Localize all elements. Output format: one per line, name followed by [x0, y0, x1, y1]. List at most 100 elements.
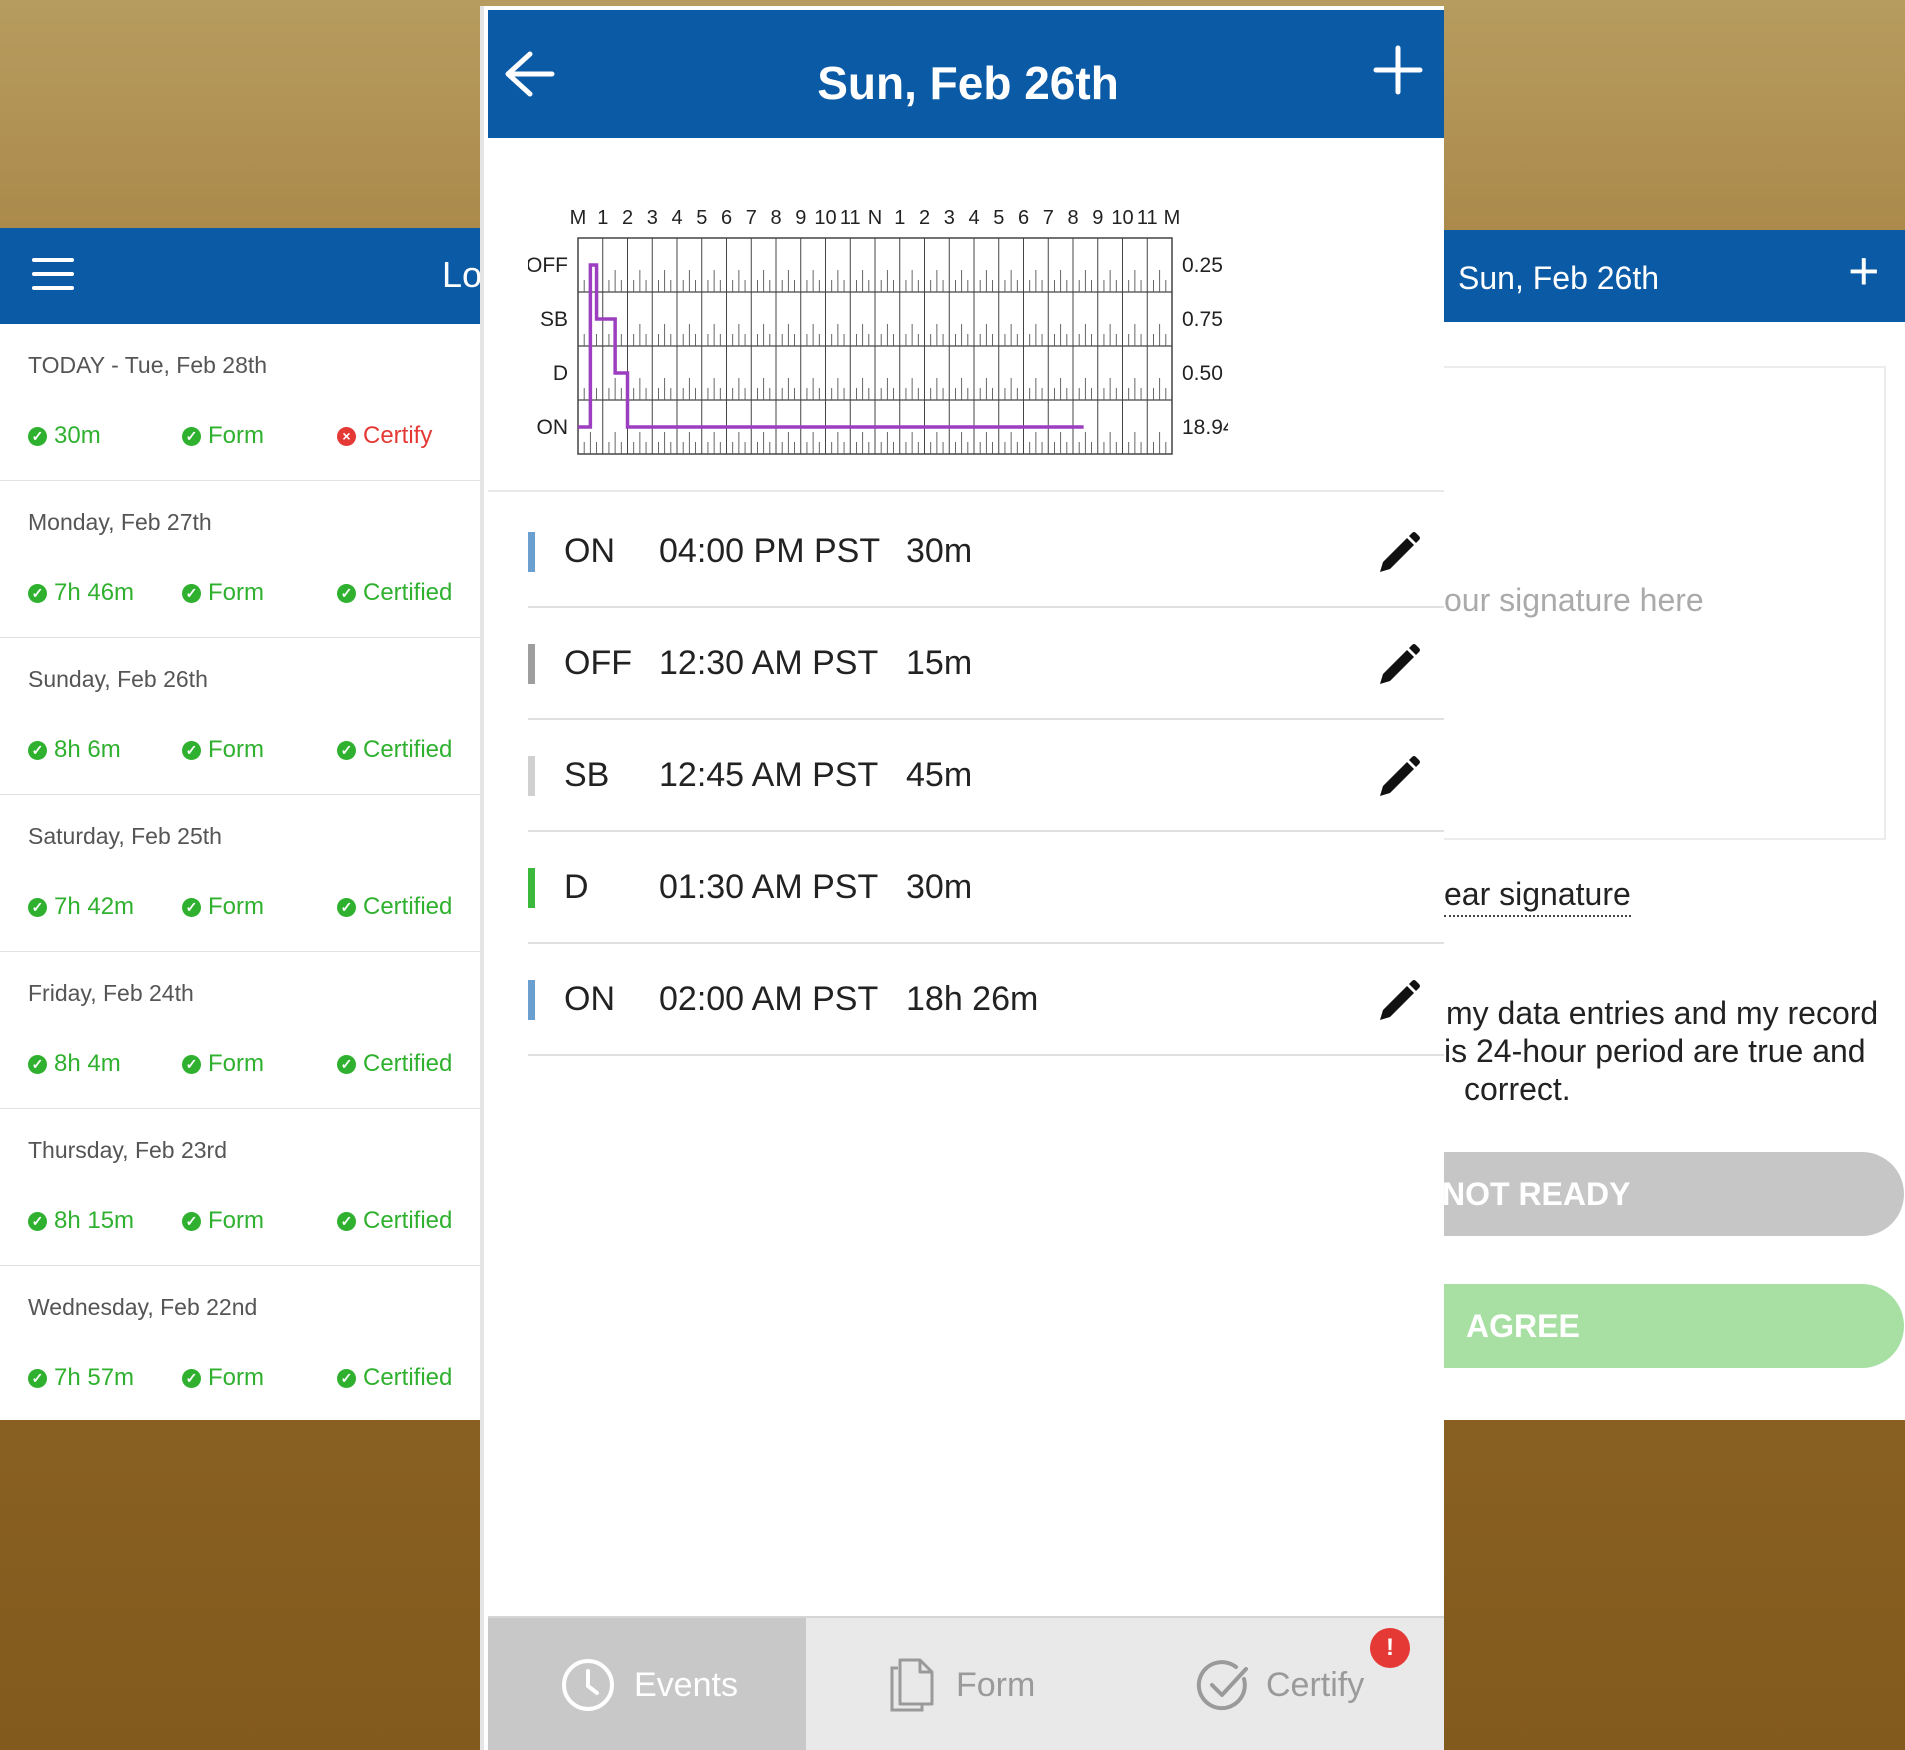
pencil-icon[interactable]: [1374, 754, 1422, 802]
certify-status[interactable]: ✓ Certified: [337, 579, 452, 607]
event-time: 12:30 AM PST: [659, 644, 879, 682]
menu-icon[interactable]: [32, 258, 74, 292]
event-row[interactable]: SB 12:45 AM PST 45m: [528, 720, 1444, 832]
hour-tick-label: 6: [721, 207, 732, 229]
hours-value: 8h 4m: [54, 1050, 121, 1077]
hours-status[interactable]: ✓ 30m: [28, 422, 101, 450]
hours-value: 30m: [54, 422, 101, 449]
add-event-icon[interactable]: [1368, 40, 1428, 100]
not-ready-label: NOT READY: [1444, 1176, 1631, 1212]
certify-status[interactable]: ✓ Certified: [337, 893, 452, 921]
certify-label: Certified: [363, 579, 453, 606]
hour-tick-label: 9: [795, 207, 806, 229]
log-day-row[interactable]: Saturday, Feb 25th ✓ 7h 42m ✓ Form ✓ Certified: [0, 795, 480, 953]
check-icon: ✓: [182, 583, 201, 603]
hours-status[interactable]: ✓ 7h 42m: [28, 893, 134, 921]
event-time: 01:30 AM PST: [659, 868, 879, 906]
status-color-bar: [528, 644, 535, 684]
log-day-row[interactable]: Sunday, Feb 26th ✓ 8h 6m ✓ Form ✓ Certified: [0, 638, 480, 796]
tab-form-label: Form: [956, 1665, 1036, 1704]
form-label: Form: [208, 736, 264, 763]
certify-status[interactable]: ✓ Certified: [337, 1207, 452, 1235]
day-title: Sun, Feb 26th: [817, 57, 1119, 109]
hour-tick-label: 2: [622, 207, 633, 229]
log-date: Sunday, Feb 26th: [28, 666, 208, 692]
logs-header: Lo: [0, 228, 480, 324]
hours-status[interactable]: ✓ 8h 6m: [28, 736, 121, 764]
event-time: 04:00 PM PST: [659, 532, 881, 570]
tab-certify-label: Certify: [1266, 1665, 1365, 1704]
tab-events[interactable]: Events: [488, 1618, 806, 1750]
event-row[interactable]: ON 02:00 AM PST 18h 26m: [528, 944, 1444, 1056]
status-total-label: 0.50: [1182, 362, 1223, 385]
log-date: Monday, Feb 27th: [28, 509, 212, 535]
log-date: Saturday, Feb 25th: [28, 823, 222, 849]
pencil-icon[interactable]: [1374, 978, 1422, 1026]
certify-status[interactable]: ✓ Certified: [337, 1364, 452, 1392]
form-label: Form: [208, 1050, 264, 1077]
add-icon[interactable]: +: [1848, 244, 1880, 298]
log-day-row[interactable]: Monday, Feb 27th ✓ 7h 46m ✓ Form ✓ Certified: [0, 481, 480, 639]
hour-tick-label: 3: [944, 207, 955, 229]
check-circle-icon: [1196, 1660, 1248, 1711]
certify-status[interactable]: × Certify: [337, 422, 432, 450]
check-icon: ✓: [182, 1368, 201, 1388]
alert-badge: !: [1370, 1628, 1410, 1668]
check-icon: ✓: [28, 1211, 47, 1231]
event-row[interactable]: D 01:30 AM PST 30m: [528, 832, 1444, 944]
tab-form[interactable]: Form: [888, 1618, 1148, 1750]
hour-tick-label: 4: [671, 207, 682, 229]
form-status[interactable]: ✓ Form: [182, 736, 264, 764]
form-status[interactable]: ✓ Form: [182, 893, 264, 921]
event-row[interactable]: ON 04:00 PM PST 30m: [528, 496, 1444, 608]
hours-value: 8h 6m: [54, 736, 121, 763]
form-status[interactable]: ✓ Form: [182, 422, 264, 450]
form-label: Form: [208, 579, 264, 606]
status-row-label: SB: [540, 308, 568, 331]
hours-status[interactable]: ✓ 8h 15m: [28, 1207, 134, 1235]
pencil-icon[interactable]: [1374, 642, 1422, 690]
form-status[interactable]: ✓ Form: [182, 1050, 264, 1078]
form-status[interactable]: ✓ Form: [182, 1364, 264, 1392]
check-icon: ✓: [28, 583, 47, 603]
event-status: SB: [564, 756, 610, 794]
hours-status[interactable]: ✓ 7h 57m: [28, 1364, 134, 1392]
hours-status[interactable]: ✓ 8h 4m: [28, 1050, 121, 1078]
hour-tick-label: 9: [1092, 207, 1103, 229]
pencil-icon[interactable]: [1374, 530, 1422, 578]
log-day-row[interactable]: Friday, Feb 24th ✓ 8h 4m ✓ Form ✓ Certified: [0, 952, 480, 1110]
status-total-label: 0.75: [1182, 308, 1223, 331]
log-day-row[interactable]: Thursday, Feb 23rd ✓ 8h 15m ✓ Form ✓ Certified: [0, 1109, 480, 1267]
divider: [488, 490, 1444, 492]
log-day-row[interactable]: Wednesday, Feb 22nd ✓ 7h 57m ✓ Form ✓ Certifie…: [0, 1266, 480, 1420]
event-time: 02:00 AM PST: [659, 980, 879, 1018]
certify-status[interactable]: ✓ Certified: [337, 736, 452, 764]
check-icon: ✓: [337, 1211, 356, 1231]
duty-status-graph: M 1 2 3 4 5 6 7 8 9 10 11 N 1 2 3 4 5 6 7 8 9 10 11 MOFF 0.25SB 0.…: [528, 207, 1228, 455]
event-status: OFF: [564, 644, 632, 682]
form-status[interactable]: ✓ Form: [182, 579, 264, 607]
certify-label: Certified: [363, 1364, 453, 1391]
event-duration: 45m: [906, 756, 973, 794]
hours-status[interactable]: ✓ 7h 46m: [28, 579, 134, 607]
hour-tick-label: 1: [894, 207, 905, 229]
hour-tick-label: 10: [1111, 207, 1133, 229]
agree-button[interactable]: AGREE: [1444, 1284, 1904, 1368]
check-icon: ✓: [337, 740, 356, 760]
not-ready-button[interactable]: NOT READY: [1444, 1152, 1904, 1236]
check-icon: ✓: [337, 1368, 356, 1388]
event-row[interactable]: OFF 12:30 AM PST 15m: [528, 608, 1444, 720]
hour-tick-label: 10: [814, 207, 836, 229]
certify-status[interactable]: ✓ Certified: [337, 1050, 452, 1078]
check-icon: ✓: [28, 1368, 47, 1388]
check-icon: ✓: [337, 897, 356, 917]
check-icon: ✓: [182, 1211, 201, 1231]
hour-tick-label: M: [1164, 207, 1181, 229]
clear-signature-link[interactable]: ear signature: [1444, 876, 1631, 917]
hour-tick-label: 5: [993, 207, 1004, 229]
hour-tick-label: 4: [968, 207, 979, 229]
log-day-row[interactable]: TODAY - Tue, Feb 28th ✓ 30m ✓ Form × Certify: [0, 324, 480, 482]
hour-tick-label: 7: [1043, 207, 1054, 229]
form-status[interactable]: ✓ Form: [182, 1207, 264, 1235]
hour-tick-label: N: [868, 207, 882, 229]
